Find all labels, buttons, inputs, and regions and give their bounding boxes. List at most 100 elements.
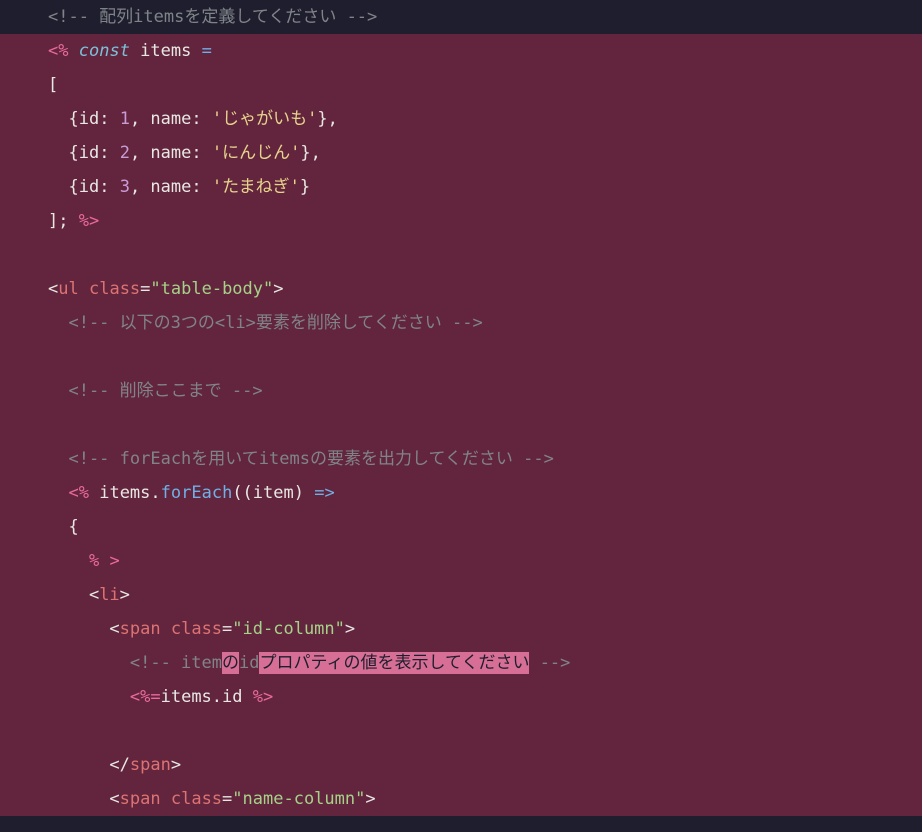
token: span: [130, 755, 171, 775]
token: :: [191, 109, 211, 129]
token: :: [191, 143, 211, 163]
token: <!-- 配列itemsを定義してください -->: [48, 7, 377, 27]
code-editor[interactable]: <!-- 配列itemsを定義してください --> <% const items …: [0, 0, 922, 832]
code-line[interactable]: [0, 408, 922, 442]
token: id: [79, 143, 99, 163]
token: ];: [48, 211, 79, 231]
token: 'たまねぎ': [212, 177, 300, 197]
token: =: [140, 279, 150, 299]
token: [48, 483, 68, 503]
token: <%: [68, 483, 88, 503]
token: [99, 551, 109, 571]
token: <: [48, 585, 99, 605]
token: },: [300, 143, 320, 163]
token: 'にんじん': [212, 143, 300, 163]
code-area[interactable]: <!-- 配列itemsを定義してください --> <% const items …: [0, 0, 922, 832]
token: >: [345, 619, 355, 639]
token: ): [294, 483, 314, 503]
token: :: [99, 143, 119, 163]
code-line[interactable]: ]; %>: [0, 204, 922, 238]
token: item: [253, 483, 294, 503]
token: %: [89, 551, 99, 571]
token: %>: [79, 211, 99, 231]
code-line[interactable]: <%=items.id %>: [0, 680, 922, 714]
code-line[interactable]: <!-- itemのidプロパティの値を表示してください -->: [0, 646, 922, 680]
code-line[interactable]: <li>: [0, 578, 922, 612]
code-line[interactable]: {: [0, 510, 922, 544]
code-line[interactable]: % >: [0, 544, 922, 578]
token: const: [79, 41, 130, 61]
code-line[interactable]: [0, 238, 922, 272]
token: %>: [253, 687, 273, 707]
token: 3: [120, 177, 130, 197]
token: items: [140, 41, 191, 61]
token: <!-- 削除ここまで -->: [48, 381, 263, 401]
token: "name-column": [232, 789, 365, 809]
code-line[interactable]: [0, 714, 922, 748]
token: [79, 279, 89, 299]
code-line[interactable]: <span class="id-column">: [0, 612, 922, 646]
code-line[interactable]: {id: 3, name: 'たまねぎ'}: [0, 170, 922, 204]
token: {: [48, 109, 79, 129]
token: <: [48, 619, 120, 639]
token: <: [48, 279, 58, 299]
token: class: [89, 279, 140, 299]
token: >: [171, 755, 181, 775]
token: >: [109, 551, 119, 571]
token: ,: [130, 143, 150, 163]
code-line[interactable]: [: [0, 68, 922, 102]
code-line[interactable]: </span>: [0, 748, 922, 782]
token: 1: [120, 109, 130, 129]
token: id: [222, 687, 242, 707]
token: の: [222, 652, 239, 674]
token: .: [212, 687, 222, 707]
code-line[interactable]: <% items.forEach((item) =>: [0, 476, 922, 510]
token: :: [191, 177, 211, 197]
token: <: [48, 789, 120, 809]
code-line[interactable]: {id: 1, name: 'じゃがいも'},: [0, 102, 922, 136]
token: 2: [120, 143, 130, 163]
code-line[interactable]: <!-- 削除ここまで -->: [0, 374, 922, 408]
token: >: [120, 585, 130, 605]
token: =: [222, 789, 232, 809]
token: {: [48, 517, 79, 537]
token: [48, 551, 89, 571]
token: <%: [48, 41, 68, 61]
token: [243, 687, 253, 707]
token: items: [161, 687, 212, 707]
token: li: [99, 585, 119, 605]
token: name: [150, 109, 191, 129]
code-line[interactable]: [0, 340, 922, 374]
token: [89, 483, 99, 503]
code-line[interactable]: {id: 2, name: 'にんじん'},: [0, 136, 922, 170]
token: [68, 41, 78, 61]
token: [: [48, 75, 58, 95]
token: =>: [314, 483, 334, 503]
token: ((: [232, 483, 252, 503]
code-line[interactable]: <!-- forEachを用いてitemsの要素を出力してください -->: [0, 442, 922, 476]
token: [161, 619, 171, 639]
token: [191, 41, 201, 61]
token: id: [239, 653, 259, 673]
token: =: [202, 41, 212, 61]
token: {: [48, 143, 79, 163]
token: :: [99, 177, 119, 197]
token: <!-- item: [48, 653, 222, 673]
token: items: [99, 483, 150, 503]
code-line[interactable]: <ul class="table-body">: [0, 272, 922, 306]
token: name: [150, 177, 191, 197]
token: },: [317, 109, 337, 129]
token: id: [79, 109, 99, 129]
token: ,: [130, 177, 150, 197]
token: <!-- 以下の3つの<li>要素を削除してください -->: [48, 313, 483, 333]
code-line[interactable]: <span class="name-column">: [0, 782, 922, 816]
token: "id-column": [232, 619, 345, 639]
token: class: [171, 789, 222, 809]
code-line[interactable]: <!-- 以下の3つの<li>要素を削除してください -->: [0, 306, 922, 340]
token: [48, 687, 130, 707]
token: -->: [529, 653, 570, 673]
token: "table-body": [150, 279, 273, 299]
code-line[interactable]: <% const items =: [0, 34, 922, 68]
code-line[interactable]: <!-- 配列itemsを定義してください -->: [0, 0, 922, 34]
token: [130, 41, 140, 61]
